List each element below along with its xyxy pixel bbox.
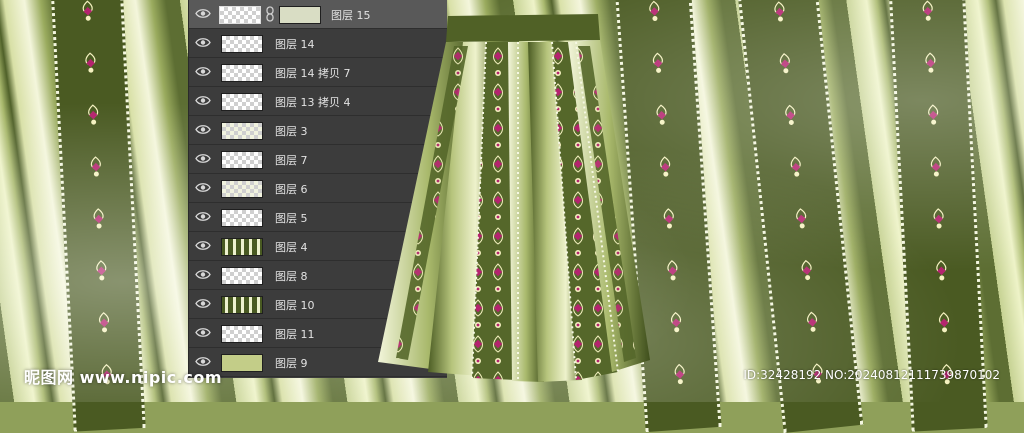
layer-thumbnail[interactable] bbox=[221, 325, 263, 343]
layer-name: 图层 10 bbox=[275, 299, 315, 312]
layer-name: 图层 14 拷贝 7 bbox=[275, 67, 351, 80]
chain-link-icon[interactable] bbox=[265, 6, 275, 22]
skirt-illustration bbox=[378, 14, 650, 382]
layer-name: 图层 6 bbox=[275, 183, 308, 196]
layer-thumbnail[interactable] bbox=[221, 180, 263, 198]
layer-name: 图层 3 bbox=[275, 125, 308, 138]
layer-thumbnail[interactable] bbox=[221, 354, 263, 372]
layer-name: 图层 8 bbox=[275, 270, 308, 283]
layer-name: 图层 7 bbox=[275, 154, 308, 167]
eye-icon[interactable] bbox=[195, 211, 211, 222]
layer-mask-thumbnail[interactable] bbox=[279, 6, 321, 24]
layer-thumbnail[interactable] bbox=[221, 209, 263, 227]
site-watermark: 昵图网 www.nipic.com bbox=[24, 368, 222, 387]
eye-icon[interactable] bbox=[195, 298, 211, 309]
eye-icon[interactable] bbox=[195, 8, 211, 19]
eye-icon[interactable] bbox=[195, 182, 211, 193]
layer-thumbnail[interactable] bbox=[221, 151, 263, 169]
layer-thumbnail[interactable] bbox=[219, 6, 261, 24]
eye-icon[interactable] bbox=[195, 327, 211, 338]
layer-name: 图层 15 bbox=[331, 9, 371, 22]
layer-name: 图层 13 拷贝 4 bbox=[275, 96, 351, 109]
layer-thumbnail[interactable] bbox=[221, 296, 263, 314]
layer-thumbnail[interactable] bbox=[221, 238, 263, 256]
layer-name: 图层 4 bbox=[275, 241, 308, 254]
eye-icon[interactable] bbox=[195, 153, 211, 164]
layer-name: 图层 14 bbox=[275, 38, 315, 51]
layer-thumbnail[interactable] bbox=[221, 267, 263, 285]
layer-name: 图层 9 bbox=[275, 357, 308, 370]
layer-name: 图层 11 bbox=[275, 328, 315, 341]
layer-thumbnail[interactable] bbox=[221, 35, 263, 53]
eye-icon[interactable] bbox=[195, 240, 211, 251]
eye-icon[interactable] bbox=[195, 124, 211, 135]
layer-thumbnail[interactable] bbox=[221, 64, 263, 82]
eye-icon[interactable] bbox=[195, 95, 211, 106]
eye-icon[interactable] bbox=[195, 269, 211, 280]
layer-name: 图层 5 bbox=[275, 212, 308, 225]
layer-thumbnail[interactable] bbox=[221, 93, 263, 111]
layer-thumbnail[interactable] bbox=[221, 122, 263, 140]
image-id-watermark: ID:32428192 NO:20240812111739870102 bbox=[743, 368, 1000, 382]
eye-icon[interactable] bbox=[195, 37, 211, 48]
eye-icon[interactable] bbox=[195, 66, 211, 77]
